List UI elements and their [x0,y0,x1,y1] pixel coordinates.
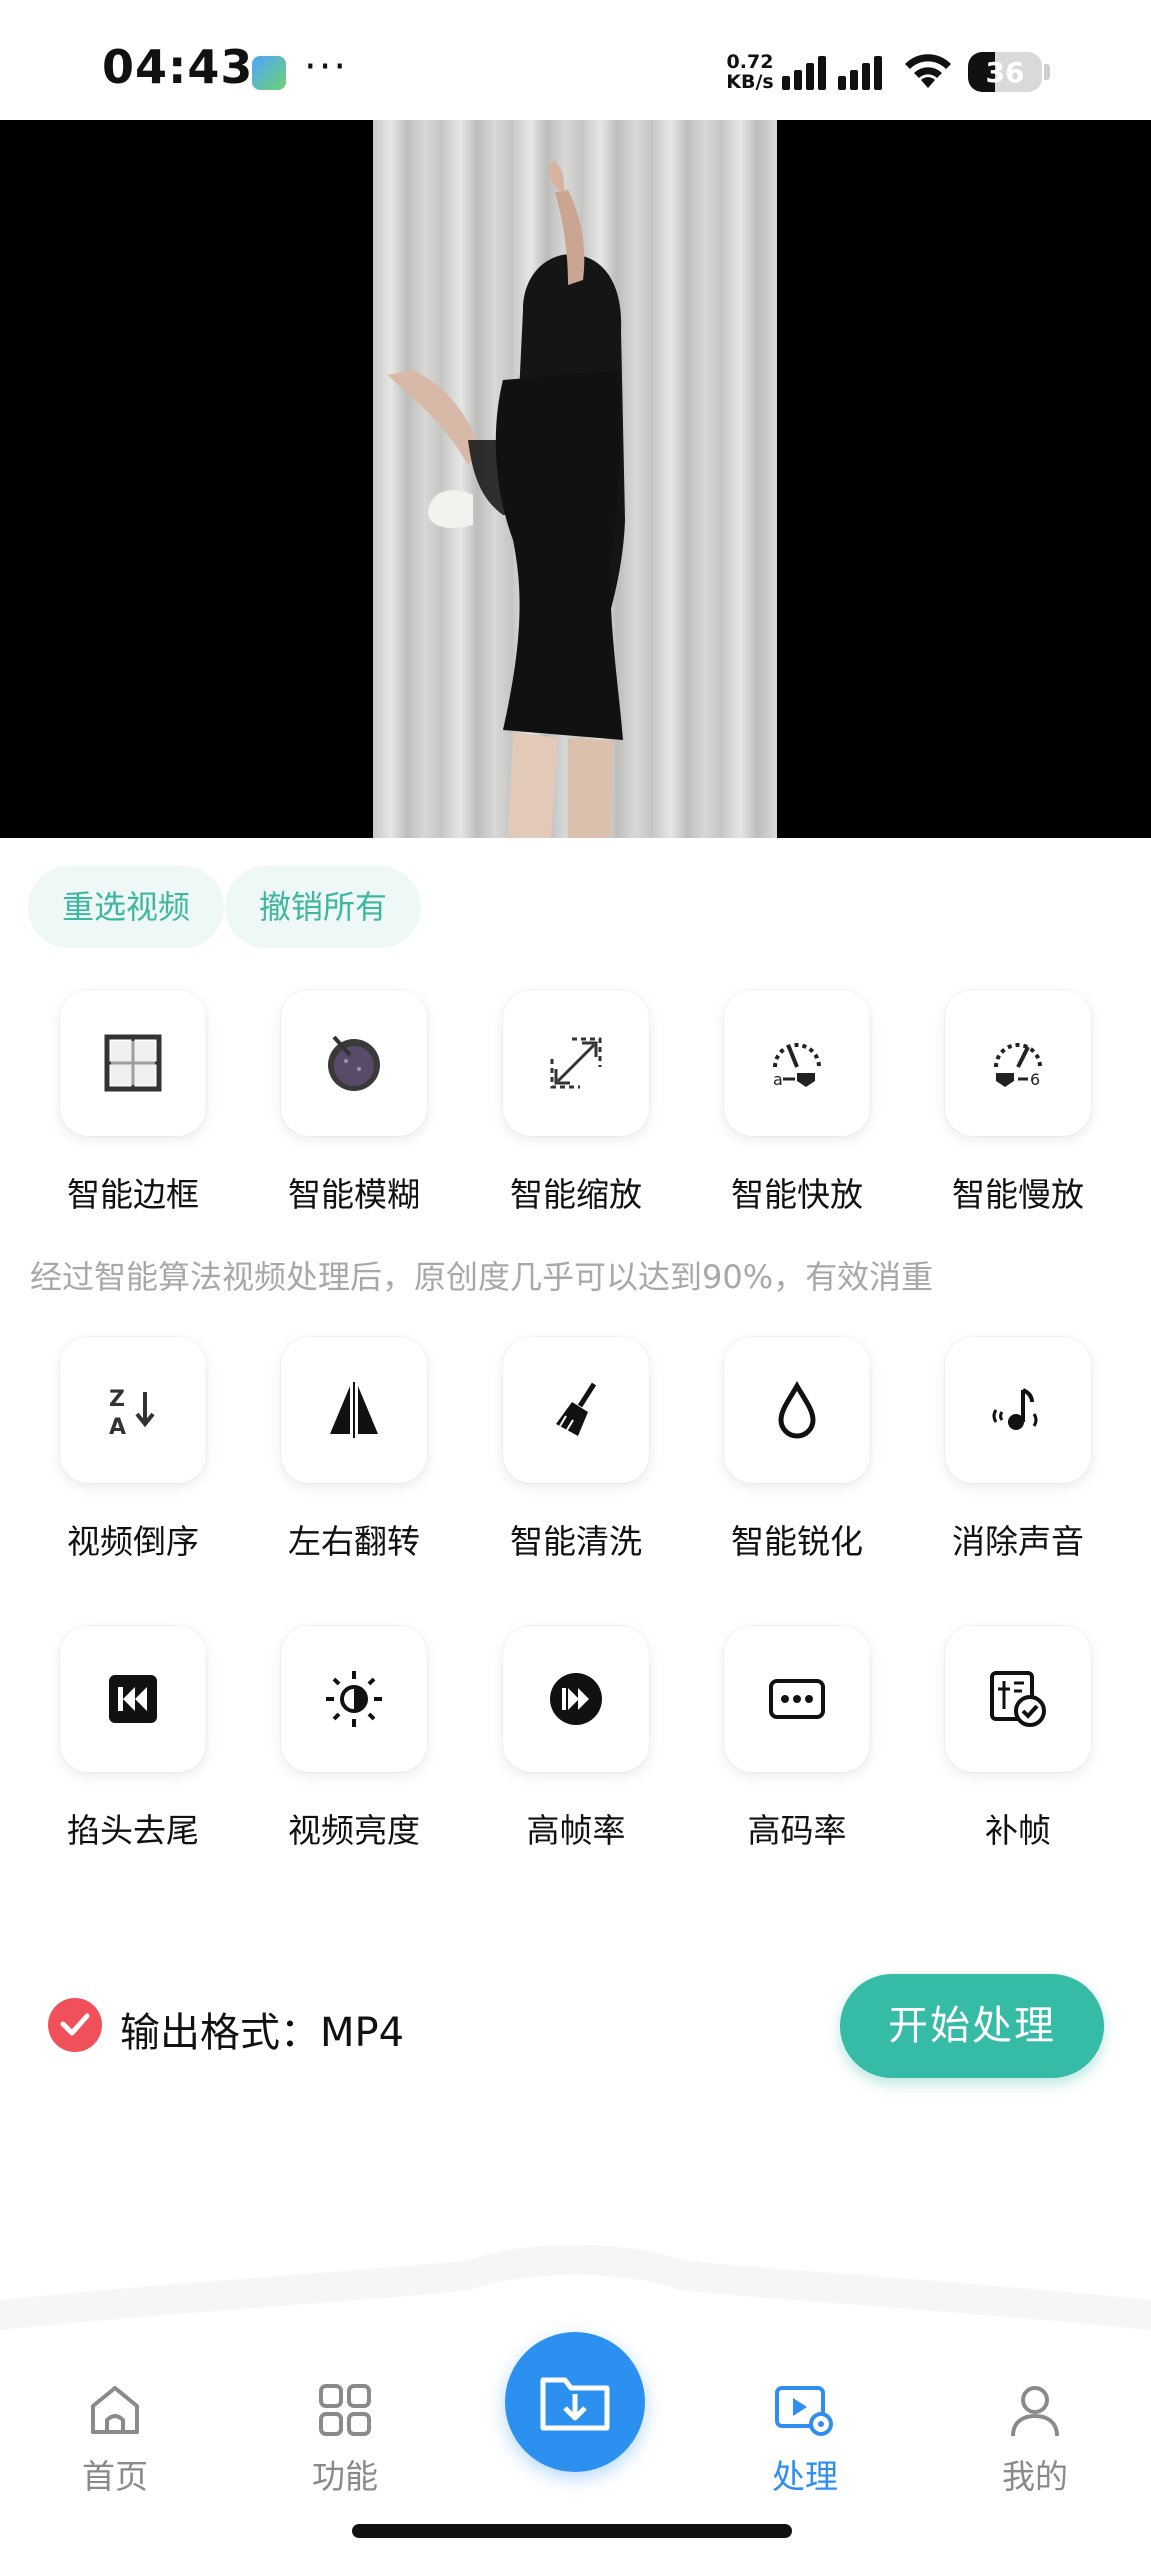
feature-label: 视频倒序 [67,1522,199,1561]
home-icon [91,2386,139,2434]
feature-icon-box [503,990,649,1136]
battery-percent: 36 [985,56,1025,89]
feature-label: 智能慢放 [952,1175,1084,1214]
feature-label: 智能快放 [731,1175,863,1214]
feature-icon-box: a [724,990,870,1136]
feature-label: 消除声音 [952,1522,1084,1561]
check-icon [60,2013,90,2036]
slow-motion-gauge-icon: 6 [994,1043,1042,1089]
video-settings-icon [775,2386,833,2436]
fast-forward-circle-icon [550,1673,602,1725]
feature-icon-box [724,1626,870,1772]
import-video-button[interactable] [505,2332,645,2472]
output-format-label[interactable]: 输出格式：MP4 [120,2000,404,2058]
reselect-video-button[interactable]: 重选视频 [28,866,224,948]
bitrate-icon [769,1679,825,1719]
frame-fill-icon [990,1671,1046,1727]
start-processing-button[interactable]: 开始处理 [840,1974,1104,2078]
feature-label: 智能缩放 [510,1175,642,1214]
feature-icon-box [281,990,427,1136]
svg-text:Z: Z [109,1387,125,1412]
network-speed-unit: KB/s [726,71,774,93]
feature-icon-box [724,1337,870,1483]
droplet-icon [778,1380,816,1439]
sort-reverse-icon: Z A [109,1387,155,1440]
undo-all-button[interactable]: 撤销所有 [225,866,421,948]
feature-label: 掐头去尾 [67,1811,199,1850]
wifi-icon [905,54,951,88]
fast-forward-gauge-icon: a [773,1043,821,1089]
cellular-signal-icon [782,56,882,90]
feature-icon-box [503,1626,649,1772]
notification-app-icon [252,56,286,90]
nav-features[interactable]: 功能 [270,2380,420,2498]
battery-tip [1044,64,1050,80]
nav-mine[interactable]: 我的 [960,2380,1110,2498]
feature-icon-box [281,1337,427,1483]
network-speed: 0.72 KB/s [724,52,776,92]
feature-icon-box [60,1626,206,1772]
feature-label: 智能锐化 [731,1522,863,1561]
feature-label: 智能清洗 [510,1522,642,1561]
zoom-icon [550,1037,602,1089]
svg-text:6: 6 [1030,1070,1040,1089]
user-icon [1011,2386,1059,2437]
feature-icon-box: 6 [945,990,1091,1136]
nav-process[interactable]: 处理 [730,2380,880,2498]
status-time: 04:43 [102,40,254,94]
status-bar: 04:43 ··· 0.72 KB/s 36 [0,0,1151,120]
feature-icon-box [281,1626,427,1772]
feature-label: 补帧 [985,1811,1051,1850]
video-frame-figure [388,160,625,838]
feature-label: 智能模糊 [288,1175,420,1214]
output-format-checkbox[interactable] [48,1998,102,2052]
feature-label: 智能边框 [67,1175,199,1214]
blur-icon [328,1035,380,1091]
nav-home-label: 首页 [82,2457,148,2496]
grid-icon [319,2384,371,2436]
feature-description: 经过智能算法视频处理后，原创度几乎可以达到90%，有效消重 [30,1258,934,1296]
feature-label: 高帧率 [526,1811,626,1850]
feature-label: 左右翻转 [288,1522,420,1561]
more-notifications-icon: ··· [304,44,349,90]
feature-label: 视频亮度 [288,1811,420,1850]
network-speed-value: 0.72 [726,51,774,73]
feature-icon-box [945,1626,1091,1772]
feature-icon-box [60,990,206,1136]
feature-label: 高码率 [747,1811,847,1850]
broom-icon [556,1382,597,1436]
feature-icon-box [945,1337,1091,1483]
flip-horizontal-icon [330,1382,378,1438]
battery-icon: 36 [968,52,1042,92]
video-frame-image [373,120,777,838]
mute-note-icon [992,1388,1038,1430]
nav-home[interactable]: 首页 [40,2380,190,2498]
nav-mine-label: 我的 [1002,2457,1068,2496]
nav-process-label: 处理 [772,2457,838,2496]
frame-icon [104,1034,162,1092]
feature-icon-box [503,1337,649,1483]
folder-download-icon [540,2377,610,2431]
svg-text:A: A [109,1415,126,1440]
brightness-icon [326,1671,382,1727]
svg-text:a: a [773,1070,783,1089]
home-indicator[interactable] [352,2524,792,2538]
nav-features-label: 功能 [312,2457,378,2496]
feature-icon-box: Z A [60,1337,206,1483]
skip-back-icon [109,1675,157,1723]
video-preview[interactable] [0,120,1151,838]
